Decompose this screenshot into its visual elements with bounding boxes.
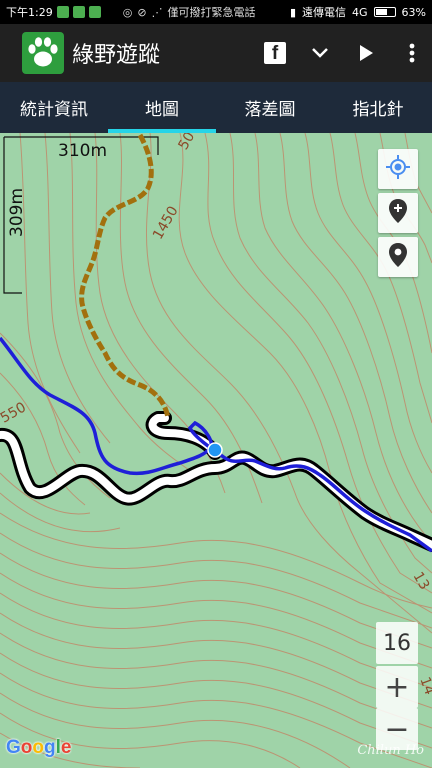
crosshair-icon: [385, 154, 411, 184]
battery-percent: 63%: [401, 5, 426, 19]
paw-logo-icon: [22, 32, 64, 74]
scale-vertical-label: 309m: [7, 187, 27, 237]
carrier-notice: 僅可撥打緊急電話: [167, 6, 256, 19]
play-icon[interactable]: [354, 41, 378, 65]
marker-list-button[interactable]: [378, 237, 418, 277]
terrain-map: [0, 133, 432, 768]
add-marker-button[interactable]: [378, 193, 418, 233]
signal-icon: ⋰: [151, 5, 163, 19]
add-marker-icon: [388, 198, 408, 228]
hotspot-icon: ◎: [122, 5, 133, 19]
road: [0, 411, 432, 552]
tab-statistics[interactable]: 統計資訊: [0, 82, 108, 133]
status-bar: 下午1:29 ◎ ⊘ ⋰ 僅可撥打緊急電話 ▮ 遠傳電信 4G 63%: [0, 0, 432, 24]
locate-button[interactable]: [378, 149, 418, 189]
tab-elevation-profile[interactable]: 落差圖: [216, 82, 324, 133]
google-attribution-logo: Google: [6, 737, 72, 758]
facebook-icon[interactable]: f: [264, 42, 286, 64]
tab-bar: 統計資訊 地圖 落差圖 指北針: [0, 82, 432, 133]
alarm-off-icon: ⊘: [137, 5, 147, 19]
line-notification-icon: [72, 6, 85, 18]
carrier-name: 遠傳電信: [302, 6, 347, 19]
current-location-dot: [207, 442, 223, 458]
zoom-in-button[interactable]: +: [376, 666, 418, 708]
tab-map[interactable]: 地圖: [108, 82, 216, 133]
line-notification-icon: [56, 6, 69, 18]
app-bar: 綠野遊蹤 f: [0, 24, 432, 82]
zoom-level-indicator: 16: [376, 622, 418, 664]
map-view[interactable]: 310m 309m 1450 550 13 14 50 16 + − Googl…: [0, 133, 432, 768]
app-title: 綠野遊蹤: [72, 43, 161, 68]
scale-horizontal-label: 310m: [58, 141, 108, 161]
signal-bars-icon: ▮: [289, 5, 297, 19]
planned-route-brown: [79, 133, 171, 419]
more-vert-icon[interactable]: [400, 41, 424, 65]
status-time: 下午1:29: [6, 6, 53, 19]
chevron-down-icon[interactable]: [308, 41, 332, 65]
location-pin-icon: [388, 242, 408, 272]
photographer-watermark: Chilun Ho: [357, 743, 424, 758]
battery-icon: [373, 7, 396, 17]
line-notification-icon: [88, 6, 101, 18]
network-type: 4G: [352, 5, 368, 19]
tab-compass[interactable]: 指北針: [324, 82, 432, 133]
